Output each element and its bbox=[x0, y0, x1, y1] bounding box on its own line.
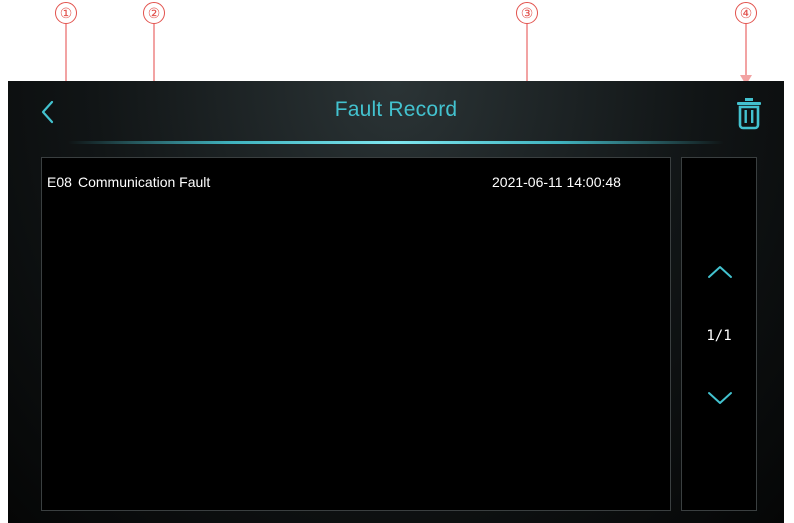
callout-marker-3: ③ bbox=[516, 2, 538, 24]
fault-record-screen: Fault Record E08 Communication Fault 202… bbox=[8, 81, 784, 523]
title-divider bbox=[68, 141, 724, 144]
callout-line-4 bbox=[745, 24, 747, 76]
callout-marker-1: ① bbox=[55, 2, 77, 24]
page-down-button[interactable] bbox=[706, 386, 734, 410]
page-title: Fault Record bbox=[334, 98, 458, 121]
fault-record-list: E08 Communication Fault 2021-06-11 14:00… bbox=[41, 157, 671, 511]
fault-record-row[interactable]: E08 Communication Fault 2021-06-11 14:00… bbox=[42, 158, 670, 194]
fault-code: E08 bbox=[47, 174, 72, 190]
page-up-button[interactable] bbox=[706, 260, 734, 284]
chevron-up-icon bbox=[708, 266, 732, 278]
trash-icon bbox=[737, 98, 761, 130]
page-indicator: 1/1 bbox=[706, 328, 732, 344]
annotated-screenshot: ① ② ③ ④ Fault Record E08 Communication F… bbox=[0, 0, 794, 523]
delete-records-button[interactable] bbox=[735, 96, 763, 130]
fault-timestamp: 2021-06-11 14:00:48 bbox=[492, 174, 621, 190]
fault-description: Communication Fault bbox=[78, 174, 211, 190]
callout-marker-4: ④ bbox=[735, 2, 757, 24]
callout-marker-2: ② bbox=[143, 2, 165, 24]
title-bar: Fault Record bbox=[8, 81, 784, 141]
chevron-down-icon bbox=[708, 392, 732, 404]
pagination-panel: 1/1 bbox=[681, 157, 757, 511]
